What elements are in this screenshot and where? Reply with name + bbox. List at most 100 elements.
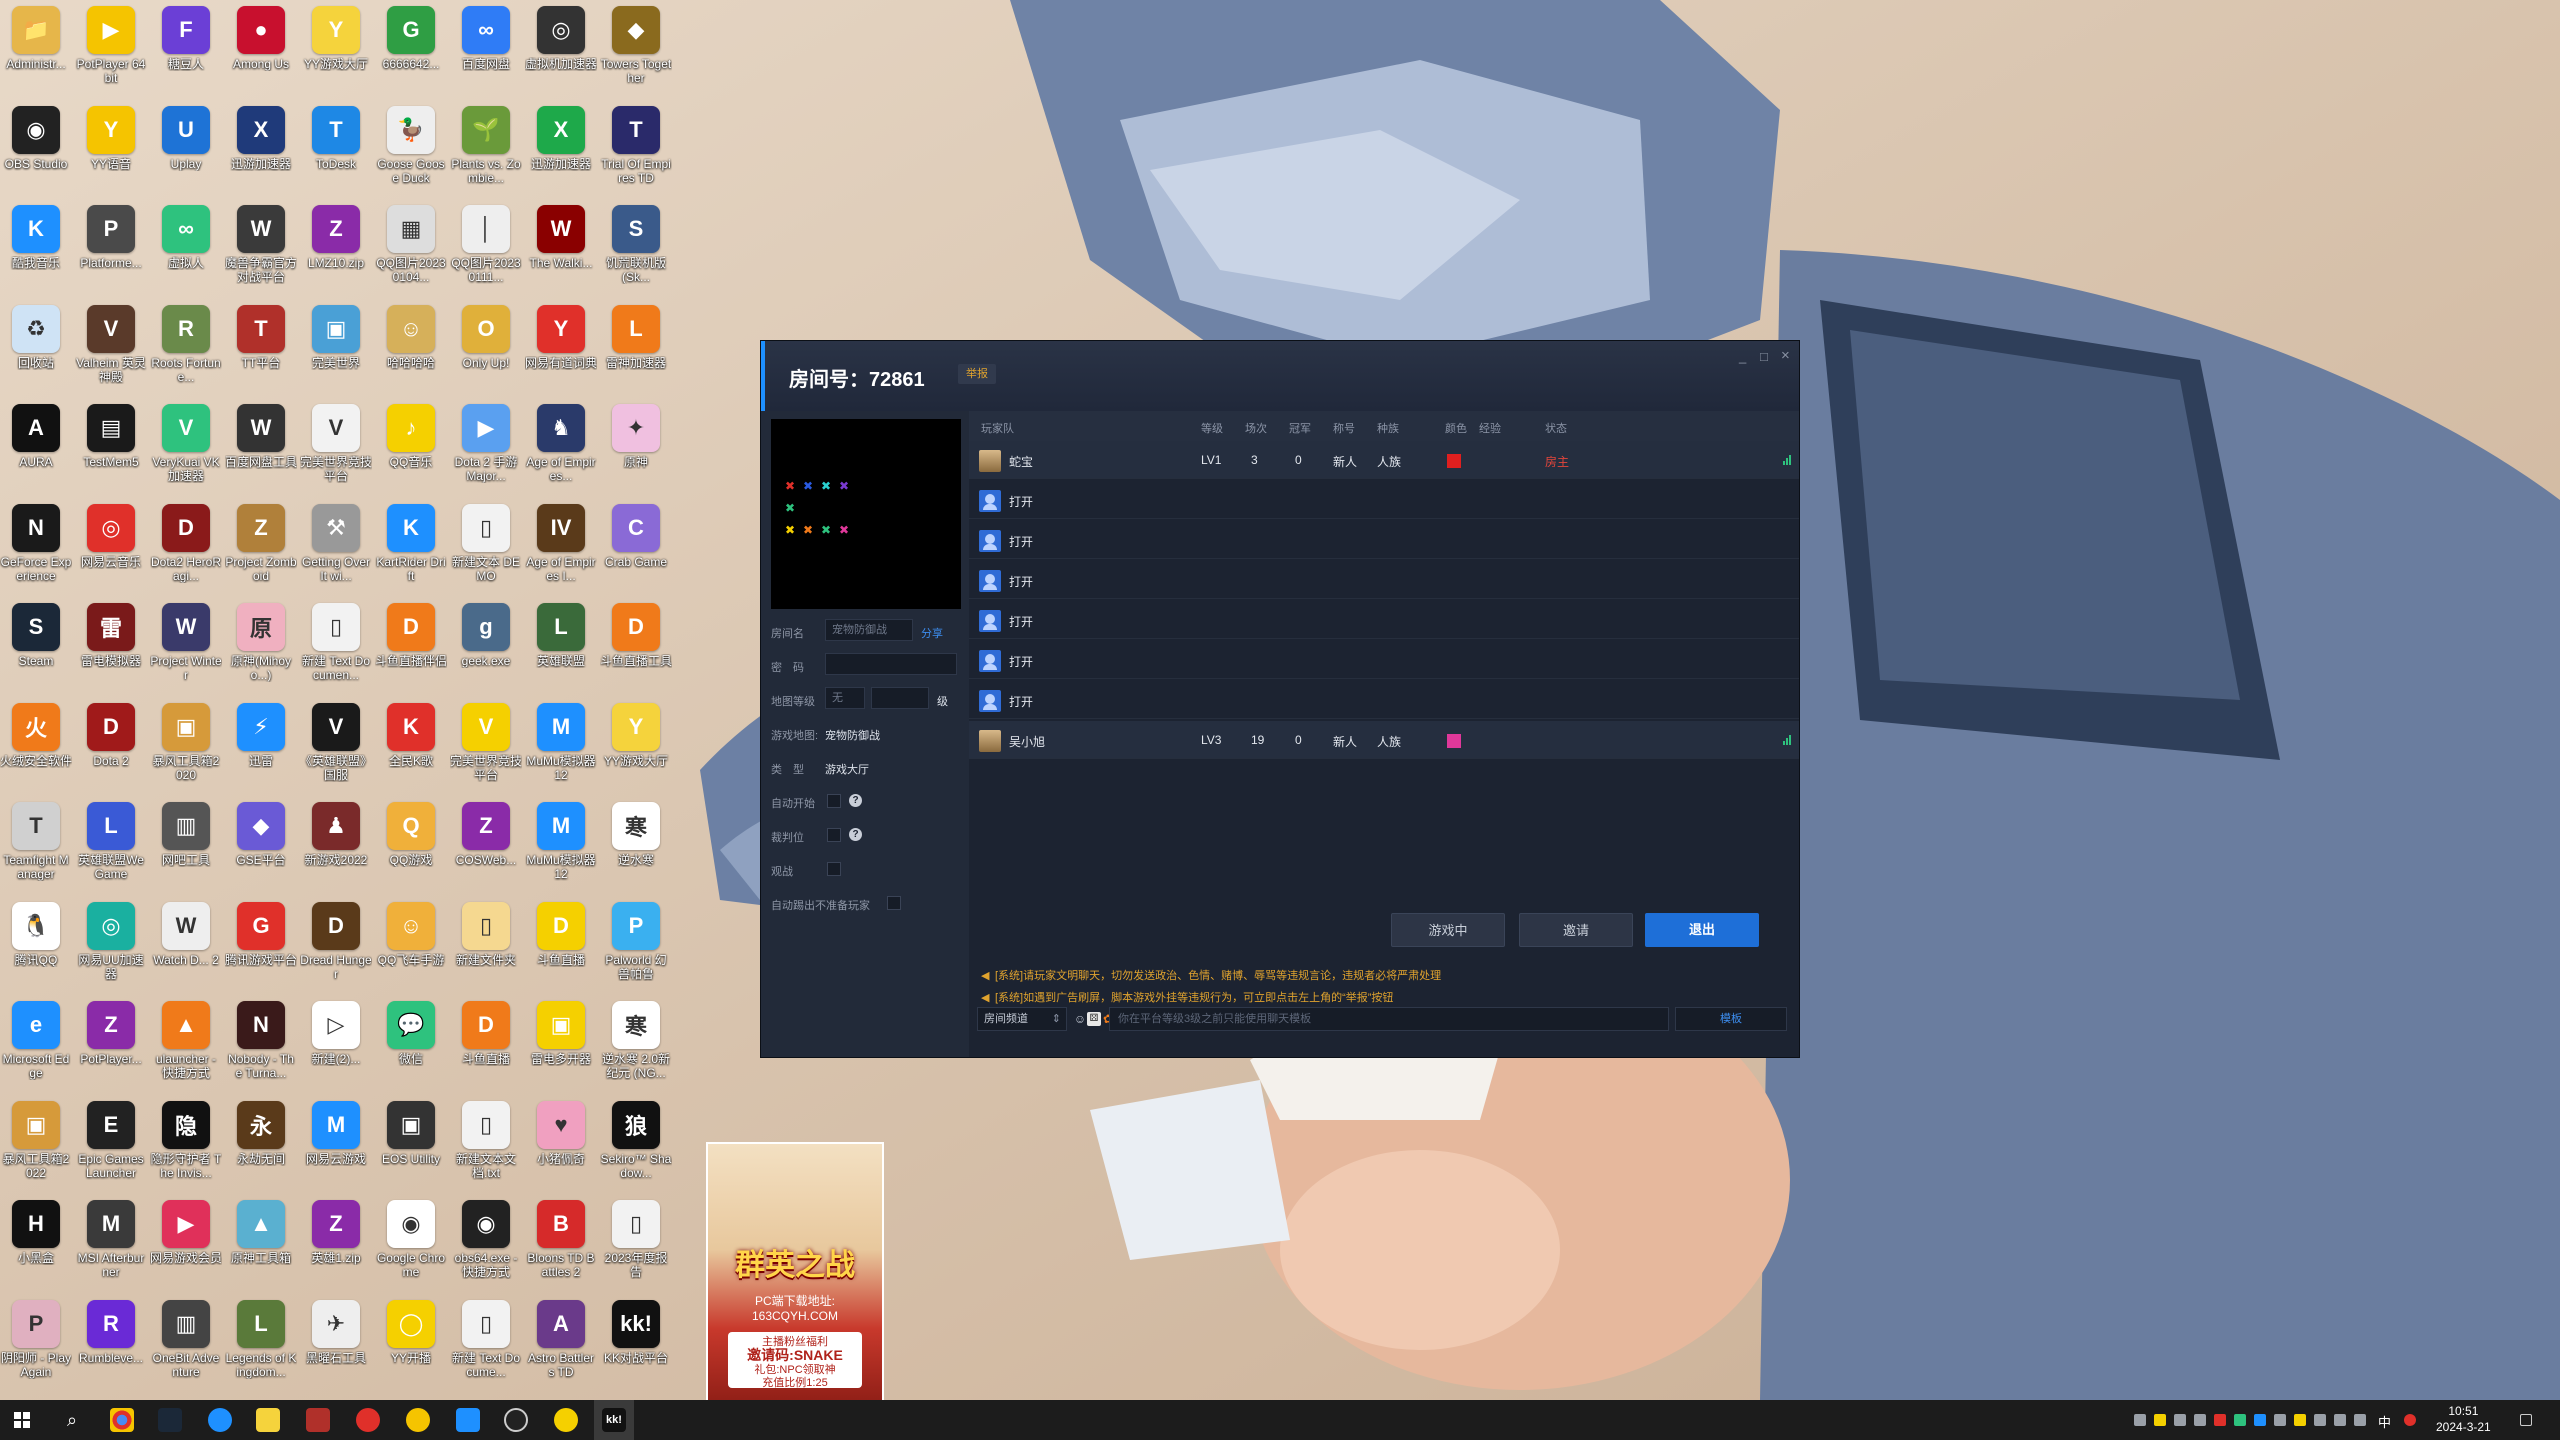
desktop-icon[interactable]: D 斗鱼直播 xyxy=(450,997,522,1066)
desktop-icon[interactable]: 永永劫无间 xyxy=(225,1097,297,1166)
desktop-icon[interactable]: V VeryKuai VK加速器 xyxy=(150,400,222,483)
desktop-icon[interactable]: A AURA xyxy=(0,400,72,469)
desktop-icon[interactable]: D Dota2 HeroRagi... xyxy=(150,500,222,583)
emoji-icon[interactable]: ☺ xyxy=(1073,1012,1087,1026)
tray-app-icon[interactable] xyxy=(2194,1414,2206,1426)
desktop-icon[interactable]: B Bloons TD Battles 2 xyxy=(525,1196,597,1279)
desktop-icon[interactable]: ∞ 虚拟人 xyxy=(150,201,222,270)
desktop-icon[interactable]: ∞ 百度网盘 xyxy=(450,2,522,71)
desktop-icon[interactable]: 寒逆水寒 xyxy=(600,798,672,867)
maximize-icon[interactable]: □ xyxy=(1760,349,1768,364)
desktop-icon[interactable]: V 完美世界竞技平台 xyxy=(450,699,522,782)
invite-button[interactable]: 邀请 xyxy=(1519,913,1633,947)
exit-button[interactable]: 退出 xyxy=(1645,913,1759,947)
desktop-icon[interactable]: Y YY游戏大厅 xyxy=(300,2,372,71)
desktop-icon[interactable]: W Watch D... 2 xyxy=(150,898,222,967)
kk-icon[interactable]: kk! xyxy=(602,1408,626,1432)
desktop-icon[interactable]: ▦ QQ图片20230104... xyxy=(375,201,447,284)
desktop-icon[interactable]: F 糖豆人 xyxy=(150,2,222,71)
desktop-icon[interactable]: G 腾讯游戏平台 xyxy=(225,898,297,967)
map-level-select[interactable]: 无 xyxy=(825,687,865,709)
desktop-icon[interactable]: X 迅游加速器 xyxy=(525,102,597,171)
chat-template-button[interactable]: 模板 xyxy=(1675,1007,1787,1031)
desktop-icon[interactable]: ♻ 回收站 xyxy=(0,301,72,370)
desktop-icon[interactable]: E Epic Games Launcher xyxy=(75,1097,147,1180)
desktop-icon[interactable]: N GeForce Experience xyxy=(0,500,72,583)
desktop-icon[interactable]: 🦆 Goose Goose Duck xyxy=(375,102,447,185)
desktop-icon[interactable]: P 阴阳师 - PlayAgain xyxy=(0,1296,72,1379)
desktop-icon[interactable]: ▣ 暴风工具箱2020 xyxy=(150,699,222,782)
desktop-icon[interactable]: T TT平台 xyxy=(225,301,297,370)
desktop-icon[interactable]: Y 网易有道词典 xyxy=(525,301,597,370)
desktop-icon[interactable]: T Teamfight Manager xyxy=(0,798,72,881)
desktop-icon[interactable]: L Legends of Kingdom... xyxy=(225,1296,297,1379)
desktop-icon[interactable]: ▯ 新建文本 DEMO xyxy=(450,500,522,583)
chat-input[interactable]: 你在平台等级3级之前只能使用聊天模板 xyxy=(1109,1007,1669,1031)
desktop-icon[interactable]: ♪ QQ音乐 xyxy=(375,400,447,469)
room-titlebar[interactable]: 房间号：72861 举报 _ □ × xyxy=(761,341,1799,411)
desktop-icon[interactable]: ▲ ulauncher - 快捷方式 xyxy=(150,997,222,1080)
desktop-icon[interactable]: 隐隐形守护者 The Invis... xyxy=(150,1097,222,1180)
volume-icon[interactable] xyxy=(2334,1414,2346,1426)
desktop-icon[interactable]: P Palworld 幻兽帕鲁 xyxy=(600,898,672,981)
desktop-icon[interactable]: ▶ PotPlayer 64 bit xyxy=(75,2,147,85)
desktop-icon[interactable]: S 饥荒联机版 (Sk... xyxy=(600,201,672,284)
desktop-icon[interactable]: ♥ 小猪佩奇 xyxy=(525,1097,597,1166)
desktop-icon[interactable]: ▯ 新建 Text Documen... xyxy=(300,599,372,682)
desktop-icon[interactable]: ◆ Towers Together xyxy=(600,2,672,85)
desktop-icon[interactable]: ▣ EOS Utility xyxy=(375,1097,447,1166)
yy-voice-icon[interactable] xyxy=(406,1408,430,1432)
edge-icon[interactable] xyxy=(208,1408,232,1432)
desktop-icon[interactable]: M MuMu模拟器12 xyxy=(525,798,597,881)
desktop-icon[interactable]: ▶ 网易游戏会员 xyxy=(150,1196,222,1265)
desktop-icon[interactable]: ▯ 新建 Text Docume... xyxy=(450,1296,522,1379)
desktop-icon[interactable]: ◉ OBS Studio xyxy=(0,102,72,171)
judge-checkbox[interactable] xyxy=(827,828,841,842)
in-game-button[interactable]: 游戏中 xyxy=(1391,913,1505,947)
tray-yy-icon[interactable] xyxy=(2154,1414,2166,1426)
desktop-icon[interactable]: N Nobody - The Turna... xyxy=(225,997,297,1080)
desktop-icon[interactable]: ▶ Dota 2 手游 Major... xyxy=(450,400,522,483)
desktop-icon[interactable]: L 英雄联盟 xyxy=(525,599,597,668)
tray-sogou-icon[interactable] xyxy=(2404,1414,2416,1426)
tray-app-icon[interactable] xyxy=(2234,1414,2246,1426)
auto-start-checkbox[interactable] xyxy=(827,794,841,808)
desktop-icon[interactable]: D 斗鱼直播工具 xyxy=(600,599,672,668)
desktop-icon[interactable]: 雷雷电模拟器 xyxy=(75,599,147,668)
close-icon[interactable]: × xyxy=(1781,347,1790,364)
desktop-icon[interactable]: ▷ 新建(2)... xyxy=(300,997,372,1066)
desktop-icon[interactable]: 寒逆水寒 2.0新纪元 (NG... xyxy=(600,997,672,1080)
chrome-icon[interactable] xyxy=(110,1408,134,1432)
tray-bluetooth-icon[interactable] xyxy=(2254,1414,2266,1426)
desktop-icon[interactable]: D Dread Hunger xyxy=(300,898,372,981)
desktop-icon[interactable]: Y YY语音 xyxy=(75,102,147,171)
desktop-icon[interactable]: 💬 微信 xyxy=(375,997,447,1066)
desktop-icon[interactable]: ▯ 新建文本文档.txt xyxy=(450,1097,522,1180)
desktop-icon[interactable]: 📁 Administr... xyxy=(0,2,72,71)
desktop-icon[interactable]: g geek.exe xyxy=(450,599,522,668)
desktop-icon[interactable]: D Dota 2 xyxy=(75,699,147,768)
desktop-icon[interactable]: W 百度网盘工具 xyxy=(225,400,297,469)
desktop-icon[interactable]: ◉ obs64.exe - 快捷方式 xyxy=(450,1196,522,1279)
yy-icon[interactable] xyxy=(256,1408,280,1432)
open-slot-row[interactable]: 打开 xyxy=(969,641,1799,679)
player-color-swatch[interactable] xyxy=(1447,454,1461,468)
chat-channel-select[interactable]: 房间频道 ⇕ xyxy=(977,1007,1067,1031)
desktop-icon[interactable]: ☺ QQ飞车手游 xyxy=(375,898,447,967)
desktop-icon[interactable]: T ToDesk xyxy=(300,102,372,171)
tray-kk-icon[interactable] xyxy=(2134,1414,2146,1426)
player-row[interactable]: 蛇宝 LV1 3 0 新人 人族 房主 xyxy=(969,441,1799,479)
desktop-icon[interactable]: ● Among Us xyxy=(225,2,297,71)
ad-banner[interactable]: 群英之战 PC端下载地址: 163CQYH.COM 主播粉丝福利 邀请码:SNA… xyxy=(706,1142,884,1410)
desktop-icon[interactable]: V 完美世界竞技平台 xyxy=(300,400,372,483)
yy-live-icon[interactable] xyxy=(554,1408,578,1432)
help-icon[interactable]: ? xyxy=(849,794,862,807)
share-button[interactable]: 分享 xyxy=(921,625,943,641)
desktop-icon[interactable]: U Uplay xyxy=(150,102,222,171)
desktop-icon[interactable]: G 6666642... xyxy=(375,2,447,71)
desktop-icon[interactable]: Z LMZ10.zip xyxy=(300,201,372,270)
desktop-icon[interactable]: ▥ OneBit Adventure xyxy=(150,1296,222,1379)
desktop-icon[interactable]: 狼 Sekiro™ Shadow... xyxy=(600,1097,672,1180)
desktop-icon[interactable]: ☺ 哈哈哈哈 xyxy=(375,301,447,370)
desktop-icon[interactable]: M MSI Afterburner xyxy=(75,1196,147,1279)
